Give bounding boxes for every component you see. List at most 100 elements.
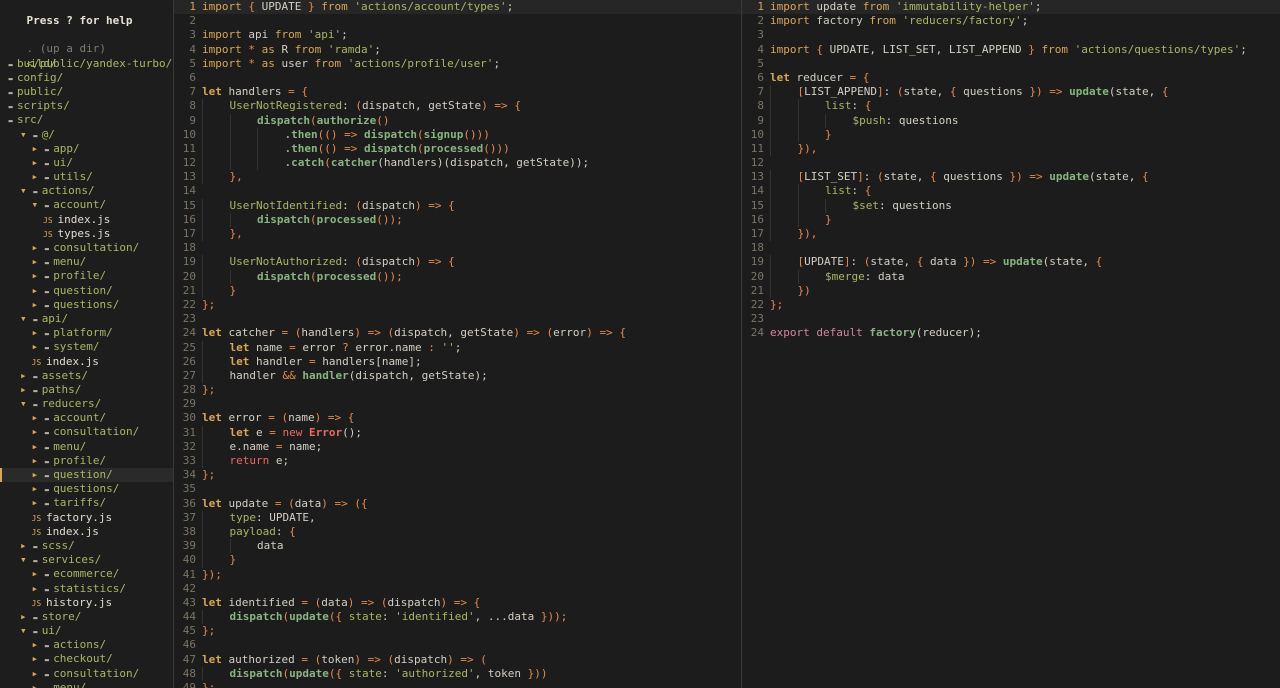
tree-file[interactable]: JS factory.js [0,511,173,525]
tree-folder[interactable]: ▸ ▬ system/ [0,340,173,354]
tree-folder[interactable]: ▸ ▬ menu/ [0,681,173,688]
code-line[interactable]: 20 dispatch(processed()); [174,269,741,284]
tree-file[interactable]: JS history.js [0,596,173,610]
caret-down-icon[interactable]: ▾ [20,128,33,141]
code-line[interactable]: 42 [174,582,741,596]
caret-right-icon[interactable]: ▸ [32,340,45,353]
caret-right-icon[interactable]: ▸ [20,539,33,552]
code-line[interactable]: 48 dispatch(update({ state: 'authorized'… [174,666,741,682]
caret-down-icon[interactable]: ▾ [20,312,33,325]
code-line[interactable]: 19 UserNotAuthorized: (dispatch) => { [174,255,741,270]
code-line[interactable]: 3 [742,28,1280,42]
caret-right-icon[interactable]: ▸ [20,369,33,382]
code-line[interactable]: 25 let name = error ? error.name : ''; [174,340,741,355]
code-lines[interactable]: 1 import { UPDATE } from 'actions/account… [174,0,741,688]
tree-folder[interactable]: ▸ ▬ profile/ [0,454,173,468]
code-line[interactable]: 30 let error = (name) => { [174,411,741,425]
caret-right-icon[interactable]: ▸ [20,383,33,396]
tree-folder[interactable]: ▸ ▬ checkout/ [0,652,173,666]
code-line[interactable]: 23 [742,312,1280,326]
caret-right-icon[interactable]: ▸ [20,610,33,623]
code-line[interactable]: 18 [742,241,1280,255]
tree-folder[interactable]: ▸ ▬ consultation/ [0,667,173,681]
caret-right-icon[interactable]: ▸ [32,241,45,254]
code-line[interactable]: 10 } [742,127,1280,142]
editor-pane-right[interactable]: 1 import update from 'immutability-helper… [742,0,1280,688]
code-line[interactable]: 46 [174,638,741,652]
code-line[interactable]: 9 dispatch(authorize() [174,113,741,128]
tree-folder[interactable]: ▾ ▬ actions/ [0,184,173,198]
tree-folder[interactable]: ▸ ▬ app/ [0,142,173,156]
caret-right-icon[interactable]: ▸ [32,269,45,282]
code-line[interactable]: 39 data [174,539,741,554]
tree-folder[interactable]: ▬ build/ [0,57,173,71]
code-line[interactable]: 36 let update = (data) => ({ [174,497,741,511]
code-line[interactable]: 49}; [174,681,741,688]
tree-folder[interactable]: ▸ ▬ scss/ [0,539,173,553]
code-line[interactable]: 14 list: { [742,184,1280,199]
code-line[interactable]: 5 [742,57,1280,71]
code-line[interactable]: 27 handler && handler(dispatch, getState… [174,368,741,384]
code-line[interactable]: 17 }, [174,227,741,242]
caret-down-icon[interactable]: ▾ [20,553,33,566]
caret-down-icon[interactable]: ▾ [32,198,45,211]
tree-folder[interactable]: ▸ ▬ account/ [0,411,173,425]
tree-folder[interactable]: ▬ src/ [0,113,173,127]
tree-folder[interactable]: ▸ ▬ consultation/ [0,425,173,439]
caret-right-icon[interactable]: ▸ [32,284,45,297]
tree-folder[interactable]: ▸ ▬ statistics/ [0,582,173,596]
caret-down-icon[interactable]: ▾ [20,184,33,197]
code-line[interactable]: 7 [LIST_APPEND]: (state, { questions }) … [742,85,1280,100]
tree-folder[interactable]: ▬ config/ [0,71,173,85]
code-line[interactable]: 18 [174,241,741,255]
code-line[interactable]: 31 let e = new Error(); [174,425,741,440]
tree-file[interactable]: JS index.js [0,525,173,539]
tree-folder[interactable]: ▸ ▬ menu/ [0,440,173,454]
code-line[interactable]: 24 export default factory(reducer); [742,326,1280,340]
caret-right-icon[interactable]: ▸ [32,638,45,651]
tree-folder[interactable]: ▾ ▬ api/ [0,312,173,326]
code-line[interactable]: 20 $merge: data [742,269,1280,284]
caret-right-icon[interactable]: ▸ [32,156,45,169]
caret-right-icon[interactable]: ▸ [32,170,45,183]
code-line[interactable]: 26 let handler = handlers[name]; [174,354,741,369]
tree-folder[interactable]: ▸ ▬ actions/ [0,638,173,652]
code-line[interactable]: 6 let reducer = { [742,71,1280,85]
code-line[interactable]: 14 [174,184,741,198]
code-line[interactable]: 21 } [174,283,741,298]
code-line[interactable]: 5 import * as user from 'actions/profile/… [174,57,741,71]
code-line[interactable]: 22}; [174,298,741,312]
caret-right-icon[interactable]: ▸ [32,468,45,481]
tree-folder[interactable]: ▸ ▬ question/ [0,284,173,298]
code-line[interactable]: 21 }) [742,283,1280,298]
editor-pane-left[interactable]: 1 import { UPDATE } from 'actions/account… [174,0,741,688]
tree-folder[interactable]: ▸ ▬ tariffs/ [0,496,173,510]
caret-right-icon[interactable]: ▸ [32,496,45,509]
code-line[interactable]: 10 .then(() => dispatch(signup())) [174,127,741,142]
code-line[interactable]: 12 [742,156,1280,170]
code-line[interactable]: 37 type: UPDATE, [174,510,741,525]
tree-folder[interactable]: ▸ ▬ question/ [0,468,173,483]
caret-right-icon[interactable]: ▸ [32,255,45,268]
caret-right-icon[interactable]: ▸ [32,425,45,438]
code-line[interactable]: 8 UserNotRegistered: (dispatch, getState… [174,99,741,114]
tree-folder[interactable]: ▸ ▬ menu/ [0,255,173,269]
caret-right-icon[interactable]: ▸ [32,298,45,311]
tree-folder[interactable]: ▸ ▬ ui/ [0,156,173,170]
code-line[interactable]: 1 import { UPDATE } from 'actions/account… [174,0,741,15]
caret-right-icon[interactable]: ▸ [32,482,45,495]
code-line[interactable]: 16 dispatch(processed()); [174,212,741,228]
code-line[interactable]: 32 e.name = name; [174,439,741,455]
code-lines[interactable]: 1 import update from 'immutability-helper… [742,0,1280,341]
code-line[interactable]: 2 import factory from 'reducers/factory'; [742,14,1280,28]
code-line[interactable]: 7 let handlers = { [174,85,741,99]
code-line[interactable]: 22}; [742,298,1280,312]
tree-folder[interactable]: ▬ public/ [0,85,173,99]
code-line[interactable]: 19 [UPDATE]: (state, { data }) => update… [742,255,1280,270]
code-line[interactable]: 16 } [742,212,1280,228]
caret-down-icon[interactable]: ▾ [20,397,33,410]
code-line[interactable]: 43 let identified = (data) => (dispatch) … [174,596,741,610]
code-line[interactable]: 29 [174,397,741,411]
code-line[interactable]: 28}; [174,383,741,397]
tree-folder[interactable]: ▾ ▬ account/ [0,198,173,212]
